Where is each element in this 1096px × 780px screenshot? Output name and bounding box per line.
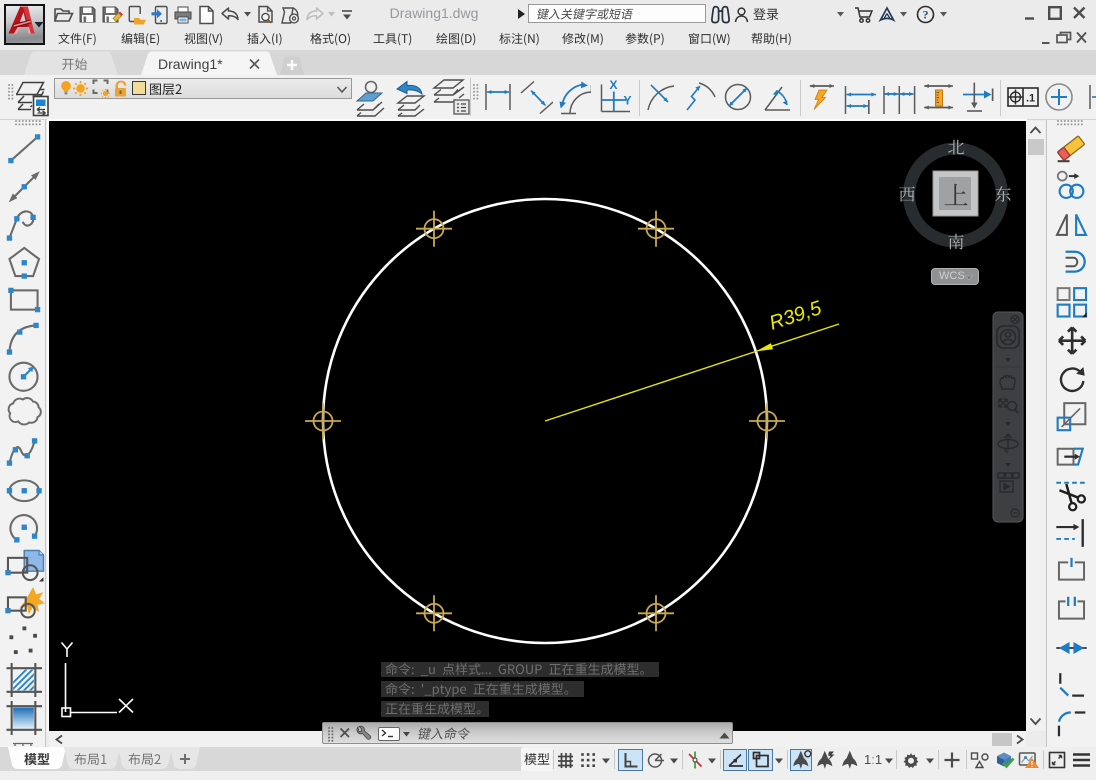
svg-text:X: X: [610, 79, 618, 92]
svg-text:!: !: [1031, 760, 1034, 769]
svg-text:?: ?: [923, 8, 929, 22]
svg-text:.1: .1: [1026, 93, 1035, 105]
svg-text:Y: Y: [624, 94, 632, 108]
svg-text:R39,5: R39,5: [767, 297, 825, 335]
